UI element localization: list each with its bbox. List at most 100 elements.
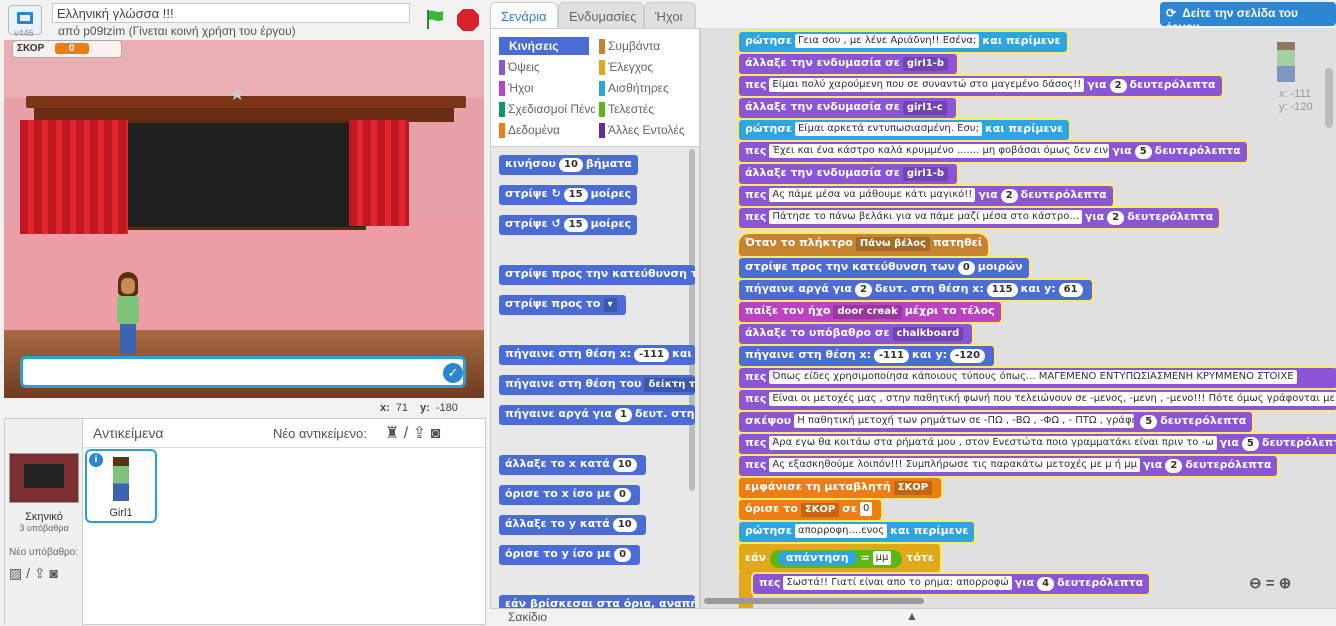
sprites-title: Αντικείμενα	[93, 425, 164, 441]
block-say-1[interactable]: πες Είμαι πολύ χαρούμενη που σε συναντώ σ…	[739, 76, 1222, 96]
chevron-up-icon[interactable]: ▲	[906, 609, 918, 623]
girl-sprite[interactable]	[112, 272, 144, 354]
block-say-2[interactable]: πες Έχει και ένα κάστρο καλά κρυμμένο ...…	[739, 142, 1247, 162]
block-show-variable[interactable]: εμφάνισε τη μεταβλητή ΣΚΟΡ	[739, 478, 942, 498]
backpack-bar[interactable]: Σακίδιο ▲	[490, 608, 1336, 625]
script-area[interactable]: x: -111 y: -120 ρώτησε Γεια σου , με λένε…	[700, 28, 1336, 608]
block-say-4[interactable]: πες Πάτησε το πάνω βελάκι για να πάμε μαζ…	[739, 208, 1220, 228]
block-goto-sprite[interactable]: πήγαινε στη θέση τουδείκτη του	[499, 375, 695, 395]
block-point-towards[interactable]: στρίψε προς το ▾	[499, 295, 626, 315]
sprite-preview-icon	[1277, 42, 1295, 82]
sprite-thumbnail-girl1[interactable]: i Girl1	[85, 449, 157, 523]
green-flag-icon[interactable]	[424, 8, 446, 30]
block-set-y[interactable]: όρισε το y ίσο με 0	[499, 545, 641, 565]
category-more-blocks[interactable]: Άλλες Εντολές	[599, 121, 685, 139]
block-ask-1[interactable]: ρώτησε Γεια σου , με λένε Αριάδνη!! Εσένα…	[739, 32, 1067, 52]
star-icon: ★	[229, 84, 246, 104]
tab-sounds[interactable]: Ήχοι	[644, 2, 696, 28]
block-turn-right[interactable]: στρίψε ↻ 15 μοίρες	[499, 185, 638, 205]
block-play-sound[interactable]: παίξε τον ήχο door creak μέχρι το τέλος	[739, 302, 1001, 322]
stop-sign-icon[interactable]	[456, 8, 480, 32]
block-switch-costume-1[interactable]: άλλαξε την ενδυμασία σε girl1-b	[739, 54, 958, 74]
category-sound[interactable]: Ήχοι	[499, 79, 533, 97]
score-monitor: ΣΚΟΡ 0	[12, 40, 122, 58]
category-control[interactable]: Έλεγχος	[599, 58, 653, 76]
top-bar: v446 Ελληνική γλώσσα !!! από p09tzim (Γί…	[0, 0, 488, 40]
tab-scripts[interactable]: Σενάρια	[490, 2, 558, 28]
curtain-rail	[26, 96, 466, 108]
sprite-library-icon[interactable]: ♜	[385, 425, 399, 442]
block-change-y[interactable]: άλλαξε το y κατά 10	[499, 515, 646, 535]
block-change-x[interactable]: άλλαξε το x κατά 10	[499, 455, 646, 475]
block-say-3[interactable]: πες Ας πάμε μέσα να μάθουμε κάτι μαγικό!!…	[739, 186, 1113, 206]
block-ask-2[interactable]: ρώτησε Είμαι αρκετά εντυπωσιασμένη. Εσυ; κ…	[739, 120, 1070, 140]
block-goto-xy[interactable]: πήγαινε στη θέση x:-111και y:	[499, 345, 695, 365]
block-switch-costume-3[interactable]: άλλαξε την ενδυμασία σε girl1-b	[739, 164, 958, 184]
sprite-name: Girl1	[109, 507, 133, 519]
block-say-5[interactable]: πες Όπως είδες χρησιμοποίησα κάποιους τύπ…	[739, 368, 1336, 388]
image-icon[interactable]: ▨	[9, 565, 22, 581]
category-looks[interactable]: Όψεις	[499, 58, 540, 76]
block-say-6[interactable]: πες Είναι οι μετοχές μας , στην παθητική …	[739, 390, 1336, 410]
checkmark-icon[interactable]: ✓	[443, 363, 463, 383]
block-switch-backdrop[interactable]: άλλαξε το υπόβαθρο σε chalkboard	[739, 324, 973, 344]
ask-answer-input[interactable]: ✓	[20, 356, 466, 388]
category-pen[interactable]: Σχεδιασμοί Πένας	[499, 100, 595, 118]
girl-thumbnail-icon	[113, 457, 129, 501]
category-sensing[interactable]: Αισθήτηρες	[599, 79, 669, 97]
block-point-direction[interactable]: στρίψε προς την κατεύθυνση των	[499, 265, 695, 285]
camera-icon[interactable]: ◙	[50, 565, 58, 581]
category-motion[interactable]: Κινήσεις	[499, 37, 589, 55]
block-turn-left[interactable]: στρίψε ↺ 15 μοίρες	[499, 215, 638, 235]
block-when-key-pressed[interactable]: Όταν το πλήκτρο Πάνω βέλος πατηθεί	[739, 234, 989, 256]
block-set-x[interactable]: όρισε το x ίσο με 0	[499, 485, 640, 505]
block-think[interactable]: σκέψου Η παθητική μετοχή των ρημάτων σε -…	[739, 412, 1253, 432]
paint-brush-icon[interactable]: /	[404, 425, 408, 442]
left-curtain	[20, 120, 128, 234]
category-data[interactable]: Δεδομένα	[499, 121, 560, 139]
sprite-y: y: -120	[1279, 101, 1313, 113]
block-move-steps[interactable]: κινήσου 10 βήματα	[499, 155, 638, 175]
block-glide-to[interactable]: πήγαινε αργά για 2 δευτ. στη θέση x: 115 και…	[739, 280, 1092, 300]
upload-icon[interactable]: ⇪	[413, 425, 426, 442]
block-glide[interactable]: πήγαινε αργά για1δευτ. στη θέση x:	[499, 405, 695, 425]
block-answer[interactable]: απάντηση	[778, 551, 857, 565]
script-vertical-scrollbar[interactable]	[1325, 68, 1333, 128]
category-operators[interactable]: Τελεστές	[599, 100, 654, 118]
stage-thumbnail[interactable]	[9, 453, 79, 503]
script-horizontal-scrollbar[interactable]	[700, 596, 1336, 608]
score-label: ΣΚΟΡ	[17, 43, 45, 54]
block-ask-3[interactable]: ρώτησε απορροφη....ενος και περίμενε	[739, 522, 975, 542]
block-set-variable[interactable]: όρισε το ΣΚΟΡ σε 0	[739, 500, 882, 520]
rotate-right-icon: ↻	[551, 187, 561, 200]
block-say-9[interactable]: πες Σωστά!! Γιατί είναι απο το ρημα: απορ…	[753, 574, 1150, 594]
block-switch-costume-2[interactable]: άλλαξε την ενδυμασία σε girl1-c	[739, 98, 956, 118]
project-author: από p09tzim (Γίνεται κοινή χρήση του έργ…	[58, 24, 296, 38]
camera-icon[interactable]: ◙	[431, 425, 441, 442]
see-project-page-button[interactable]: ⟳ Δείτε την σελίδα του έργου	[1160, 2, 1336, 34]
stage-label: Σκηνικό	[25, 511, 63, 523]
info-icon[interactable]: i	[89, 453, 103, 467]
block-say-8[interactable]: πες Ας εξασκηθούμε λοιπόν!!! Συμπλήρωσε τ…	[739, 456, 1278, 476]
block-say-7[interactable]: πες Άρα εγω θα κοιτάω στα ρήματά μου , στ…	[739, 434, 1336, 454]
chalkboard	[116, 120, 366, 230]
wall-lower	[4, 220, 484, 340]
new-sprite-label: Νέο αντικείμενο:	[273, 426, 367, 441]
zoom-out-icon[interactable]: ⊖	[1249, 575, 1262, 592]
zoom-reset-icon[interactable]: =	[1266, 575, 1275, 592]
project-title-input[interactable]: Ελληνική γλώσσα !!!	[52, 3, 410, 23]
block-point-direction[interactable]: στρίψε προς την κατεύθυνση των 0 μοιρών	[739, 258, 1029, 278]
palette-scrollbar[interactable]	[689, 149, 695, 491]
block-equals[interactable]: απάντηση = μμ	[770, 550, 903, 568]
sprites-pane: Σκηνικό 3 υπόβαθρα Νέο υπόβαθρο: ▨ / ⇪ ◙…	[4, 418, 486, 626]
version-label: v446	[14, 28, 34, 38]
block-if-then[interactable]: εάν απάντηση = μμ τότε	[739, 544, 940, 572]
category-events[interactable]: Συμβάντα	[599, 37, 660, 55]
new-backdrop-label: Νέο υπόβαθρο:	[9, 547, 79, 558]
stage[interactable]: ΣΚΟΡ 0 ★ ✓	[4, 40, 484, 398]
block-goto-xy[interactable]: πήγαινε στη θέση x: -111 και y: -120	[739, 346, 995, 366]
tab-costumes[interactable]: Ενδυμασίες	[558, 2, 644, 28]
zoom-in-icon[interactable]: ⊕	[1279, 575, 1292, 592]
upload-icon[interactable]: ⇪	[34, 565, 46, 581]
paint-brush-icon[interactable]: /	[26, 565, 30, 581]
